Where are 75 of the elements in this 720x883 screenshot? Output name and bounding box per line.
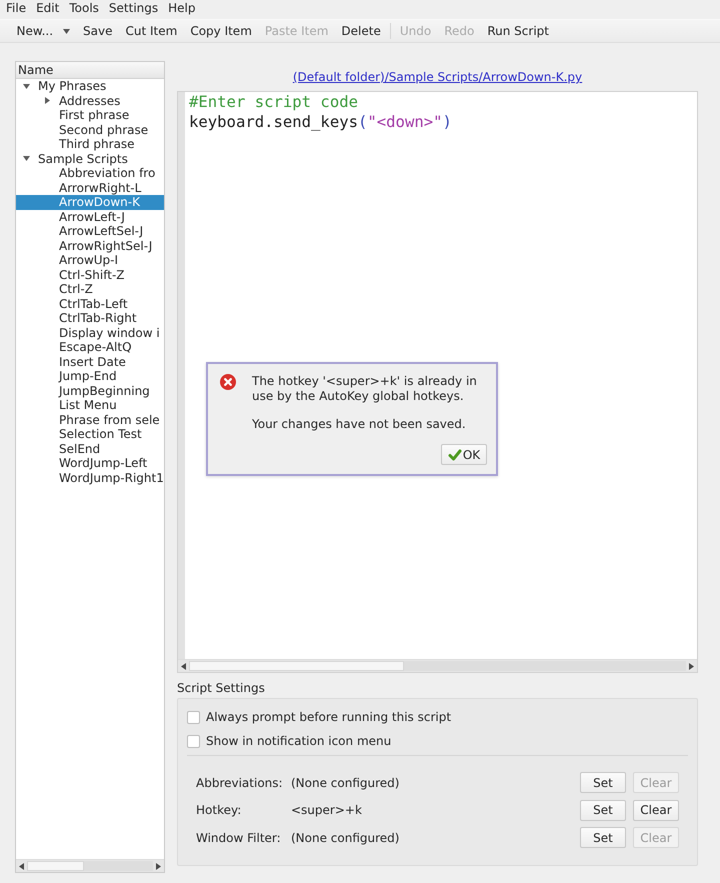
tree-item[interactable]: JumpBeginning bbox=[16, 384, 164, 398]
menu-item[interactable]: File bbox=[1, 1, 32, 16]
field-label: Window Filter: bbox=[196, 830, 282, 845]
horizontal-scrollbar[interactable] bbox=[178, 659, 697, 672]
tree-item[interactable]: Third phrase bbox=[16, 137, 164, 152]
caret-right-icon[interactable] bbox=[156, 862, 161, 870]
menu-item[interactable]: Tools bbox=[64, 1, 104, 16]
tree-item[interactable]: Selection Test bbox=[16, 427, 164, 442]
tree-item[interactable]: Display window i bbox=[16, 326, 164, 340]
ok-button[interactable]: OK bbox=[441, 444, 487, 465]
checkbox[interactable] bbox=[187, 734, 200, 748]
checkbox[interactable] bbox=[187, 710, 200, 724]
field-value: <super>+k bbox=[291, 803, 362, 818]
action-button[interactable]: Set bbox=[580, 772, 626, 794]
toolbar-button[interactable]: Cut Item bbox=[118, 21, 184, 41]
tree-item[interactable]: First phrase bbox=[16, 108, 164, 122]
field-value: (None configured) bbox=[291, 830, 400, 845]
caret-down-icon[interactable] bbox=[22, 156, 30, 162]
tree-item[interactable]: ArrowLeftSel-J bbox=[16, 224, 164, 238]
caret-left-icon[interactable] bbox=[181, 662, 186, 670]
tree-item[interactable]: ArrowRightSel-J bbox=[16, 238, 164, 253]
action-button[interactable]: Set bbox=[580, 800, 626, 821]
check-icon bbox=[448, 448, 462, 460]
tree-item[interactable]: Second phrase bbox=[16, 122, 164, 137]
tree-item[interactable]: Insert Date bbox=[16, 354, 164, 369]
field-label: Abbreviations: bbox=[196, 776, 284, 790]
column-header[interactable]: Name bbox=[16, 62, 164, 79]
action-button[interactable]: Set bbox=[580, 827, 626, 848]
message-text: Your changes have not been saved. bbox=[252, 417, 467, 432]
tree-item[interactable]: ArrorwRight-L bbox=[16, 180, 164, 195]
tree-item[interactable]: List Menu bbox=[16, 398, 164, 412]
tree-item[interactable]: CtrlTab-Right bbox=[16, 311, 164, 326]
action-button[interactable]: Clear bbox=[633, 800, 679, 821]
tree-item[interactable]: Sample Scripts bbox=[16, 152, 164, 166]
section-title: Script Settings bbox=[177, 681, 265, 695]
toolbar-button[interactable]: New... bbox=[10, 21, 77, 41]
tree-item[interactable]: Jump-End bbox=[16, 369, 164, 384]
code-line: keyboard.send_keys("<down>") bbox=[189, 112, 452, 132]
toolbar-button[interactable]: Run Script bbox=[480, 21, 556, 41]
menu-item[interactable]: Help bbox=[163, 1, 200, 16]
tree-item[interactable]: WordJump-Left bbox=[16, 456, 164, 470]
tree-item[interactable]: ArrowLeft-J bbox=[16, 210, 164, 224]
tree-item[interactable]: WordJump-Right1 bbox=[16, 470, 164, 485]
caret-right-icon[interactable] bbox=[44, 97, 50, 104]
menu-item[interactable]: Edit bbox=[31, 1, 64, 16]
code-line: #Enter script code bbox=[189, 92, 358, 112]
tree-item[interactable]: ArrowDown-K bbox=[16, 195, 164, 210]
tree-item[interactable]: Addresses bbox=[16, 94, 164, 108]
file-path-link[interactable]: (Default folder)/Sample Scripts/ArrowDown-K.py bbox=[292, 70, 582, 84]
message-text: The hotkey '<super>+k' is already in use by the AutoKey global hotkeys. bbox=[252, 374, 478, 404]
tree-item[interactable]: Phrase from sele bbox=[16, 412, 164, 427]
tree-item[interactable]: My Phrases bbox=[16, 79, 164, 94]
tree-item[interactable]: Abbreviation fro bbox=[16, 166, 164, 180]
tree-item[interactable]: Ctrl-Z bbox=[16, 282, 164, 296]
tree-item[interactable]: CtrlTab-Left bbox=[16, 296, 164, 311]
toolbar-button[interactable]: Save bbox=[76, 21, 119, 41]
error-icon bbox=[220, 374, 236, 390]
scrollbar-thumb[interactable] bbox=[27, 861, 84, 871]
field-value: (None configured) bbox=[291, 776, 400, 790]
horizontal-scrollbar[interactable] bbox=[16, 859, 164, 872]
checkbox-label[interactable]: Show in notification icon menu bbox=[206, 734, 392, 748]
caret-down-icon[interactable] bbox=[63, 28, 70, 34]
caret-down-icon[interactable] bbox=[22, 84, 30, 89]
tree-item[interactable]: Ctrl-Shift-Z bbox=[16, 268, 164, 282]
toolbar-button[interactable]: Delete bbox=[334, 21, 388, 41]
toolbar-button[interactable]: Copy Item bbox=[184, 21, 258, 41]
tree-item[interactable]: ArrowUp-I bbox=[16, 253, 164, 268]
tree-item[interactable]: SelEnd bbox=[16, 442, 164, 456]
menu-item[interactable]: Settings bbox=[104, 1, 164, 16]
scrollbar-thumb[interactable] bbox=[189, 661, 404, 671]
checkbox-label[interactable]: Always prompt before running this script bbox=[206, 710, 452, 724]
tree-item[interactable]: Escape-AltQ bbox=[16, 340, 164, 354]
field-label: Hotkey: bbox=[196, 803, 242, 818]
caret-left-icon[interactable] bbox=[19, 862, 24, 870]
caret-right-icon[interactable] bbox=[689, 662, 694, 670]
